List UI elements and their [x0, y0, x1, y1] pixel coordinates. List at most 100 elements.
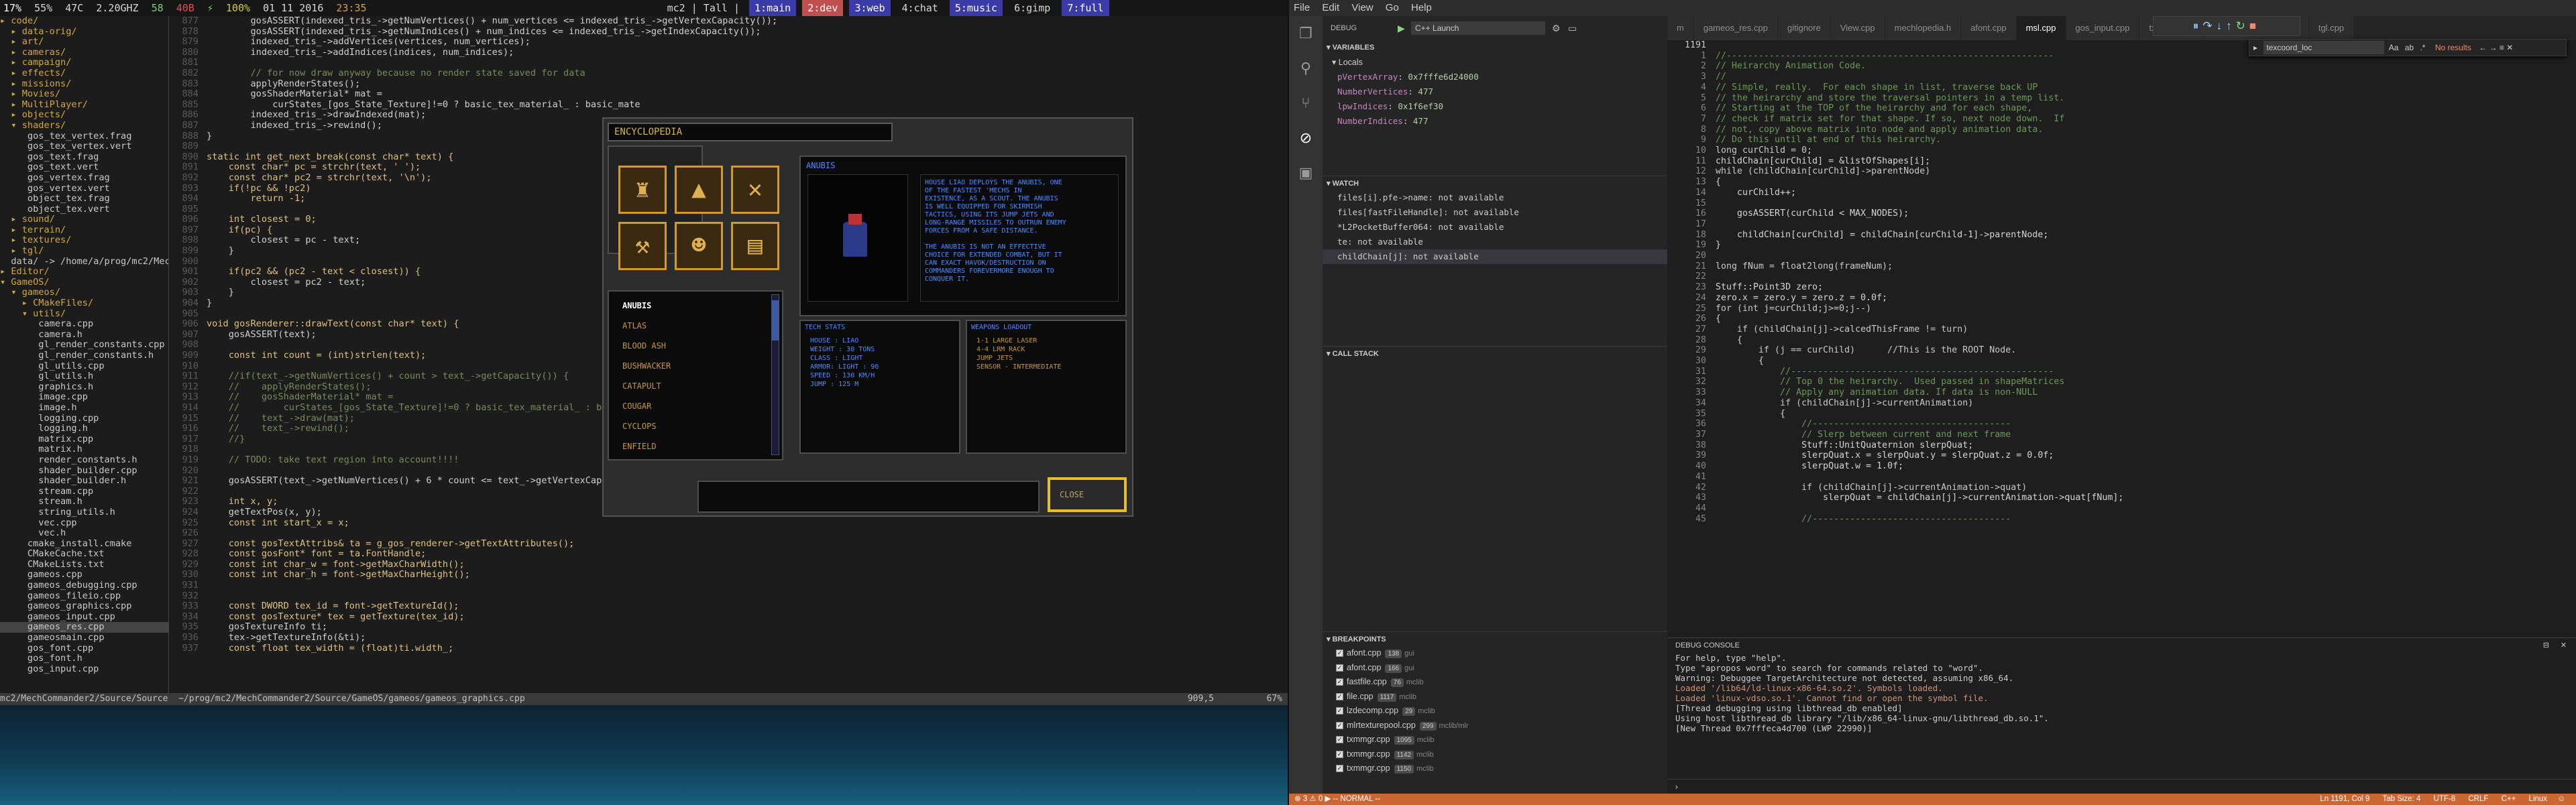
- tree-item[interactable]: gl_utils.h: [0, 371, 168, 382]
- explorer-icon[interactable]: ❐: [1289, 16, 1323, 51]
- tree-item[interactable]: graphics.h: [0, 381, 168, 393]
- tree-item[interactable]: image.h: [0, 402, 168, 414]
- tree-item[interactable]: data/ -> /home/a/prog/mc2/Mec: [0, 256, 168, 267]
- menu-file[interactable]: File: [1289, 2, 1314, 13]
- stop-icon[interactable]: ■: [2249, 19, 2260, 32]
- menu-edit[interactable]: Edit: [1317, 2, 1344, 13]
- tree-item[interactable]: ▾ GameOS/: [0, 277, 168, 288]
- tree-item[interactable]: string_utils.h: [0, 507, 168, 518]
- tree-item[interactable]: camera.cpp: [0, 319, 168, 330]
- list-item[interactable]: BLOOD ASH: [609, 336, 782, 356]
- previous-match-icon[interactable]: ←: [2479, 43, 2487, 52]
- extensions-icon[interactable]: ▣: [1289, 156, 1323, 190]
- breakpoint-item[interactable]: ✓ fastfile.cpp 76 mclib: [1323, 675, 1667, 690]
- breakpoint-item[interactable]: ✓ afont.cpp 166 gui: [1323, 661, 1667, 676]
- tree-item[interactable]: gl_render_constants.cpp: [0, 340, 168, 351]
- tree-item[interactable]: gos_text.frag: [0, 151, 168, 163]
- tab-gos-input-cpp[interactable]: gos_input.cpp: [2066, 16, 2140, 40]
- tree-item[interactable]: gameos.cpp: [0, 570, 168, 580]
- tab-gameos-res-cpp[interactable]: gameos_res.cpp: [1693, 16, 1778, 40]
- console-input[interactable]: ›: [1667, 779, 2576, 794]
- start-debug-icon[interactable]: ▶: [1398, 16, 1405, 40]
- tab-msl-cpp[interactable]: msl.cpp: [2016, 16, 2066, 40]
- unit-list[interactable]: ANUBIS ATLAS BLOOD ASH BUSHWACKER CATAPU…: [608, 290, 783, 460]
- tree-item[interactable]: ▸ campaign/: [0, 58, 168, 68]
- step-into-icon[interactable]: ↓: [2217, 19, 2227, 32]
- restart-icon[interactable]: ↻: [2236, 19, 2249, 32]
- debug-icon[interactable]: ⊘: [1289, 121, 1323, 156]
- find-selection-icon[interactable]: ≡: [2500, 43, 2504, 52]
- tree-item[interactable]: render_constants.h: [0, 454, 168, 466]
- tree-item[interactable]: ▸ cameras/: [0, 47, 168, 58]
- workspace-3[interactable]: 3:web: [849, 0, 891, 16]
- tree-item[interactable]: camera.h: [0, 329, 168, 340]
- weapon-category-icon[interactable]: ✕: [731, 166, 779, 214]
- tree-item[interactable]: ▸ effects/: [0, 68, 168, 79]
- tree-item[interactable]: gos_vertex.frag: [0, 172, 168, 184]
- breakpoint-checkbox[interactable]: ✓: [1336, 678, 1343, 686]
- watch-item[interactable]: files[i].pfe->name: not available: [1323, 190, 1667, 205]
- workspace-5[interactable]: 5:music: [949, 0, 1003, 16]
- breakpoint-item[interactable]: ✓ file.cpp 1117 mclib: [1323, 690, 1667, 704]
- tree-item[interactable]: vec.h: [0, 528, 168, 539]
- tree-item[interactable]: ▸ missions/: [0, 78, 168, 90]
- list-item[interactable]: ATLAS: [609, 316, 782, 336]
- tree-item[interactable]: ▾ utils/: [0, 308, 168, 320]
- watch-item[interactable]: te: not available: [1323, 235, 1667, 249]
- tree-item[interactable]: image.cpp: [0, 392, 168, 403]
- tree-item[interactable]: gameos_debugging.cpp: [0, 580, 168, 591]
- tree-item[interactable]: matrix.cpp: [0, 434, 168, 445]
- status-language[interactable]: C++: [2496, 795, 2522, 803]
- workspace-7[interactable]: 7:full: [1062, 0, 1109, 16]
- tree-item[interactable]: ▸ code/: [0, 16, 168, 27]
- tree-item[interactable]: ▾ gameos/: [0, 288, 168, 298]
- tree-item[interactable]: stream.cpp: [0, 486, 168, 497]
- variable-item[interactable]: NumberIndices: 477: [1323, 114, 1667, 129]
- workspace-2[interactable]: 2:dev: [802, 0, 844, 16]
- list-scrollbar[interactable]: [771, 294, 779, 455]
- tree-item[interactable]: object_tex.frag: [0, 193, 168, 204]
- editor-code[interactable]: 1191 1//---------------------------------…: [1667, 40, 2576, 637]
- tree-item[interactable]: gl_utils.cpp: [0, 361, 168, 372]
- nerdtree-file-tree[interactable]: ▸ code/ ▸ data-orig/ ▸ art/ ▸ cameras/ ▸…: [0, 16, 169, 693]
- menu-help[interactable]: Help: [1406, 2, 1437, 13]
- close-find-icon[interactable]: ✕: [2506, 43, 2513, 52]
- breakpoint-item[interactable]: ✓ txmmgr.cpp 1095 mclib: [1323, 733, 1667, 747]
- callstack-section-header[interactable]: ▾ CALL STACK: [1323, 346, 1667, 361]
- source-control-icon[interactable]: ⑂: [1289, 86, 1323, 121]
- status-position[interactable]: Ln 1191, Col 9: [2314, 795, 2375, 803]
- list-item[interactable]: ENFIELD: [609, 436, 782, 456]
- close-panel-icon[interactable]: ✕: [2561, 638, 2567, 653]
- tree-item[interactable]: ▾ shaders/: [0, 120, 168, 131]
- tree-item[interactable]: ▸ MultiPlayer/: [0, 99, 168, 111]
- breakpoint-item[interactable]: ✓ txmmgr.cpp 1150 mclib: [1323, 761, 1667, 776]
- list-item[interactable]: CYCLOPS: [609, 416, 782, 436]
- breakpoint-checkbox[interactable]: ✓: [1336, 721, 1343, 729]
- tree-item[interactable]: gameos_input.cpp: [0, 611, 168, 623]
- workspace-6[interactable]: 6:gimp: [1009, 0, 1056, 16]
- game-window-encyclopedia[interactable]: ENCYCLOPEDIA ♜ ▲ ✕ ⚒ ☻ ▤ ANUBIS ATLAS BL…: [602, 117, 1133, 517]
- watch-item[interactable]: files[fastFileHandle]: not available: [1323, 205, 1667, 220]
- tree-item[interactable]: ▸ CMakeFiles/: [0, 298, 168, 309]
- match-case-icon[interactable]: Aa: [2387, 43, 2401, 52]
- search-icon[interactable]: ⚲: [1289, 51, 1323, 86]
- tree-item[interactable]: gl_render_constants.h: [0, 350, 168, 361]
- list-item[interactable]: BUSHWACKER: [609, 356, 782, 376]
- breakpoint-checkbox[interactable]: ✓: [1336, 664, 1343, 672]
- clear-console-icon[interactable]: ⊟: [2543, 638, 2549, 653]
- breakpoint-item[interactable]: ✓ mlrtexturepool.cpp 299 mclib/mlr: [1323, 719, 1667, 733]
- next-match-icon[interactable]: →: [2489, 43, 2498, 52]
- list-item[interactable]: COUGAR: [609, 396, 782, 416]
- variable-item[interactable]: pVertexArray: 0x7fffe6d24000: [1323, 70, 1667, 84]
- gear-icon[interactable]: ⚙: [1552, 16, 1561, 40]
- breakpoint-checkbox[interactable]: ✓: [1336, 692, 1343, 700]
- tree-item[interactable]: stream.h: [0, 497, 168, 507]
- tree-item[interactable]: gos_font.cpp: [0, 643, 168, 654]
- menu-view[interactable]: View: [1347, 2, 1378, 13]
- smiley-icon[interactable]: ☺: [2555, 795, 2568, 803]
- tab-tgl-cpp[interactable]: tgl.cpp: [2308, 16, 2355, 40]
- breakpoint-checkbox[interactable]: ✓: [1336, 649, 1343, 658]
- tree-item[interactable]: ▸ art/: [0, 37, 168, 48]
- find-expand-icon[interactable]: ▸: [2249, 43, 2261, 52]
- tree-item[interactable]: shader_builder.cpp: [0, 465, 168, 477]
